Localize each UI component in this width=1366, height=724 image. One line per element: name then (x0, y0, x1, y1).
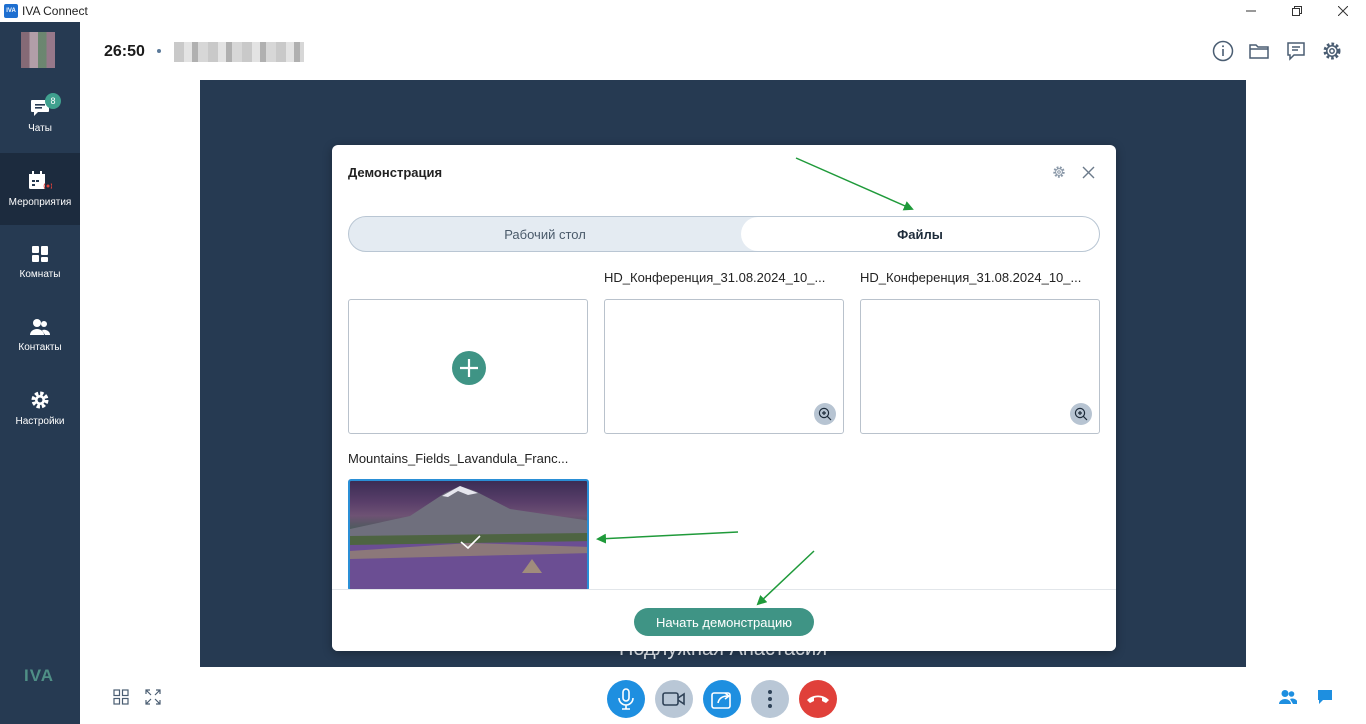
settings-gear-icon[interactable] (1321, 40, 1343, 62)
plus-icon (452, 351, 486, 385)
camera-icon (662, 692, 685, 706)
sidebar-item-rooms[interactable]: Комнаты (0, 226, 80, 298)
folder-icon[interactable] (1248, 40, 1270, 62)
add-file-tile[interactable] (348, 299, 588, 434)
app-logo-icon: IVA (4, 4, 18, 18)
hang-up-button[interactable] (799, 680, 837, 718)
grid-layout-icon[interactable] (113, 689, 129, 705)
source-tabs: Рабочий стол Файлы (348, 216, 1100, 252)
chat-panel-icon[interactable] (1317, 689, 1333, 705)
file-tile-selected[interactable] (348, 479, 589, 591)
close-icon (1338, 6, 1348, 16)
participants-icon[interactable] (1279, 689, 1297, 705)
restore-icon (1292, 6, 1302, 16)
sidebar-item-events[interactable]: Мероприятия (0, 153, 80, 225)
window-titlebar: IVA IVA Connect (0, 0, 1366, 22)
call-topbar: 26:50 (80, 22, 1366, 80)
minimize-button[interactable] (1228, 0, 1274, 22)
close-window-button[interactable] (1320, 0, 1366, 22)
fullscreen-icon[interactable] (145, 689, 161, 705)
call-timer: 26:50 (104, 43, 145, 60)
more-options-button[interactable] (751, 680, 789, 718)
sidebar-item-contacts[interactable]: Контакты (0, 299, 80, 371)
camera-button[interactable] (655, 680, 693, 718)
file-label: HD_Конференция_31.08.2024_10_... (604, 270, 826, 285)
phone-hangup-icon (807, 695, 829, 703)
dialog-settings-icon[interactable] (1052, 165, 1066, 179)
file-label: Mountains_Fields_Lavandula_Franc... (348, 451, 569, 466)
unread-badge: 8 (45, 93, 61, 109)
zoom-in-icon (818, 407, 832, 421)
minimize-icon (1246, 10, 1256, 12)
demonstration-dialog: Демонстрация Рабочий стол Файлы HD_Конфе… (332, 145, 1116, 651)
lavender-field-thumbnail (350, 486, 587, 589)
microphone-button[interactable] (607, 680, 645, 718)
more-vertical-icon (768, 690, 772, 708)
file-tile[interactable] (860, 299, 1100, 434)
restore-button[interactable] (1274, 0, 1320, 22)
info-icon[interactable] (1212, 40, 1234, 62)
separator-dot (157, 49, 161, 53)
call-controls-bar (80, 667, 1366, 724)
sidebar-item-label: Мероприятия (8, 196, 72, 208)
screen-share-button[interactable] (703, 680, 741, 718)
sidebar: Чаты 8 Мероприятия Комнаты Контакты Наст… (0, 22, 80, 724)
zoom-in-icon (1074, 407, 1088, 421)
calendar-icon (29, 170, 52, 189)
close-icon[interactable] (1082, 166, 1095, 179)
conference-name-blurred (174, 42, 304, 62)
iva-logo: IVA (24, 666, 55, 685)
zoom-in-button[interactable] (814, 403, 836, 425)
rooms-icon (32, 245, 48, 262)
tab-files[interactable]: Файлы (741, 217, 1099, 251)
gear-icon (31, 391, 49, 408)
dialog-footer: Начать демонстрацию (332, 589, 1116, 651)
share-icon (711, 692, 731, 709)
dialog-title: Демонстрация (348, 165, 443, 180)
chat-bubble-icon[interactable] (1285, 40, 1307, 62)
user-avatar[interactable] (21, 32, 55, 68)
sidebar-item-label: Настройки (15, 415, 65, 427)
sidebar-item-label: Комнаты (19, 268, 61, 280)
microphone-icon (618, 688, 634, 710)
zoom-in-button[interactable] (1070, 403, 1092, 425)
sidebar-item-chats[interactable]: Чаты 8 (0, 80, 80, 152)
app-title: IVA Connect (22, 4, 88, 18)
sidebar-item-label: Чаты (28, 122, 52, 134)
tab-desktop[interactable]: Рабочий стол (349, 217, 741, 251)
file-tile[interactable] (604, 299, 844, 434)
start-demonstration-button[interactable]: Начать демонстрацию (634, 608, 814, 636)
sidebar-item-label: Контакты (18, 341, 62, 353)
contacts-icon (30, 318, 50, 335)
sidebar-item-settings[interactable]: Настройки (0, 372, 80, 444)
file-label: HD_Конференция_31.08.2024_10_... (860, 270, 1082, 285)
